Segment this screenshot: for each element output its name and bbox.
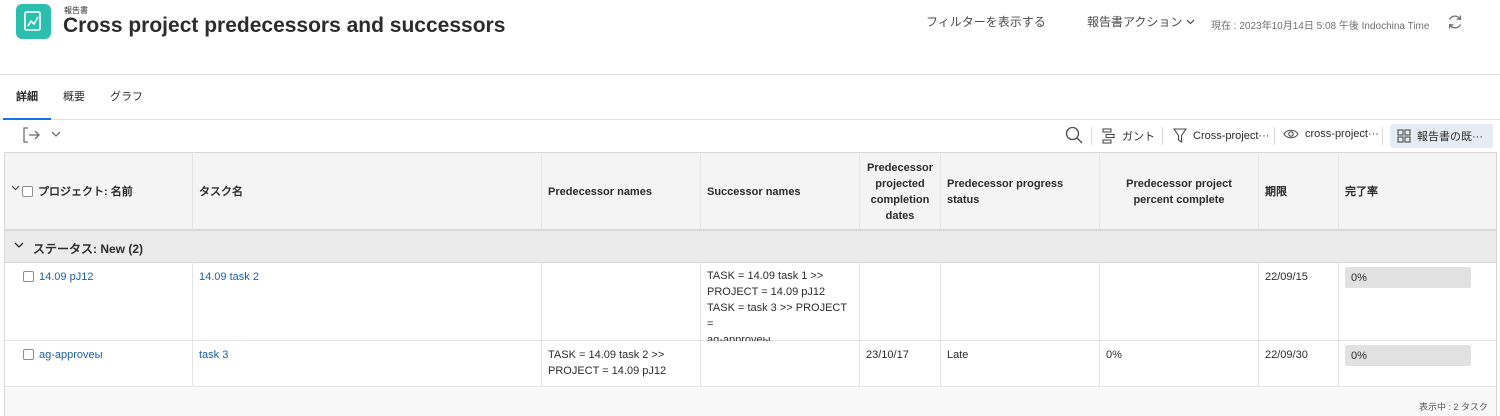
predecessor-status-cell — [941, 263, 1100, 340]
chevron-down-icon — [1186, 19, 1195, 24]
column-label: プロジェクト: 名前 — [38, 185, 133, 198]
grouping-label: 報告書の既··· — [1417, 131, 1483, 143]
column-label: Predecessor project percent complete — [1126, 177, 1232, 206]
report-header: 報告書 Cross project predecessors and succe… — [0, 0, 1500, 75]
task-link[interactable]: 14.09 task 2 — [199, 271, 259, 283]
gantt-icon — [1102, 128, 1115, 144]
tab-details[interactable]: 詳細 — [3, 88, 51, 120]
progress-bar: 0% — [1345, 345, 1471, 366]
table-footer: 表示中 : 2 タスク — [5, 388, 1496, 416]
successor-line: TASK = task 3 >> PROJECT = — [707, 302, 847, 330]
column-label: タスク名 — [199, 185, 243, 198]
eye-icon — [1283, 129, 1299, 139]
column-label: Predecessor names — [548, 185, 652, 198]
report-icon — [16, 4, 51, 39]
due-date-cell: 22/09/15 — [1259, 263, 1339, 340]
table-toolbar: ガント Cross-project··· cross-project··· 報告… — [0, 120, 1500, 152]
column-header-successor-names[interactable]: Successor names — [701, 153, 860, 230]
grid-icon — [1397, 129, 1411, 143]
view-button[interactable]: cross-project··· — [1283, 128, 1379, 140]
column-label: Successor names — [707, 185, 801, 198]
filter-icon — [1173, 128, 1187, 143]
predecessor-names-cell — [542, 263, 701, 340]
page-title: Cross project predecessors and successor… — [63, 14, 506, 37]
grouping-button[interactable]: 報告書の既··· — [1397, 128, 1483, 144]
chevron-down-icon[interactable] — [51, 131, 61, 138]
percent-complete-cell: 0% — [1339, 263, 1496, 340]
report-actions-label: 報告書アクション — [1087, 15, 1183, 29]
due-date-cell: 22/09/30 — [1259, 341, 1339, 386]
predecessor-names-cell: TASK = 14.09 task 2 >> PROJECT = 14.09 p… — [542, 341, 701, 386]
predecessor-status-cell: Late — [941, 341, 1100, 386]
row-checkbox[interactable] — [23, 349, 34, 360]
column-header-task[interactable]: タスク名 — [193, 153, 542, 230]
view-tabs: 詳細 概要 グラフ — [0, 75, 1500, 120]
column-label: 期限 — [1265, 185, 1287, 198]
column-header-percent-complete[interactable]: 完了率 — [1339, 153, 1496, 230]
predecessor-date-cell: 23/10/17 — [860, 341, 941, 386]
filter-button[interactable]: Cross-project··· — [1173, 128, 1269, 143]
predecessor-line: PROJECT = 14.09 pJ12 — [548, 365, 667, 377]
successor-names-cell — [701, 341, 860, 386]
show-filters-label: フィルターを表示する — [926, 15, 1046, 29]
table-row: 14.09 pJ12 14.09 task 2 TASK = 14.09 tas… — [5, 263, 1496, 346]
column-label: Predecessor projected completion dates — [866, 161, 934, 222]
column-header-predecessor-dates[interactable]: Predecessor projected completion dates — [860, 153, 941, 230]
column-header-predecessor-percent[interactable]: Predecessor project percent complete — [1100, 153, 1259, 230]
column-header-project[interactable]: プロジェクト: 名前 — [5, 153, 193, 230]
divider — [1091, 127, 1092, 145]
show-filters-button[interactable]: フィルターを表示する — [926, 13, 1046, 30]
predecessor-date-cell — [860, 263, 941, 340]
tab-summary[interactable]: 概要 — [63, 88, 85, 120]
column-label: 完了率 — [1345, 185, 1378, 198]
group-label: ステータス: New (2) — [33, 242, 144, 256]
successor-line: PROJECT = 14.09 pJ12 — [707, 286, 826, 298]
column-header-predecessor-names[interactable]: Predecessor names — [542, 153, 701, 230]
chevron-down-icon[interactable] — [14, 242, 24, 249]
gantt-button[interactable]: ガント — [1102, 128, 1155, 144]
group-row[interactable]: ステータス: New (2) — [5, 231, 1496, 263]
column-header-due[interactable]: 期限 — [1259, 153, 1339, 230]
row-checkbox[interactable] — [23, 271, 34, 282]
divider — [1274, 127, 1275, 145]
select-all-checkbox[interactable] — [22, 186, 33, 197]
predecessor-line: TASK = 14.09 task 2 >> — [548, 349, 665, 361]
report-actions-button[interactable]: 報告書アクション — [1087, 13, 1195, 30]
report-table: プロジェクト: 名前 タスク名 Predecessor names Succes… — [4, 152, 1497, 416]
refresh-icon[interactable] — [1446, 13, 1464, 31]
filter-label: Cross-project··· — [1193, 129, 1270, 142]
tab-chart[interactable]: グラフ — [110, 88, 143, 120]
row-count: 表示中 : 2 タスク — [1418, 402, 1488, 412]
predecessor-percent-cell — [1100, 263, 1259, 340]
gantt-label: ガント — [1122, 131, 1155, 143]
column-header-predecessor-status[interactable]: Predecessor progress status — [941, 153, 1100, 230]
task-cell: 14.09 task 2 — [193, 263, 542, 340]
divider — [1382, 127, 1383, 145]
view-label: cross-project··· — [1305, 128, 1379, 140]
column-label: Predecessor progress status — [947, 177, 1064, 206]
task-link[interactable]: task 3 — [199, 349, 228, 361]
export-icon[interactable] — [22, 126, 42, 144]
table-header: プロジェクト: 名前 タスク名 Predecessor names Succes… — [5, 152, 1496, 231]
progress-bar: 0% — [1345, 267, 1471, 288]
project-link[interactable]: 14.09 pJ12 — [39, 271, 93, 283]
predecessor-percent-cell: 0% — [1100, 341, 1259, 386]
table-row: ag-approveы task 3 TASK = 14.09 task 2 >… — [5, 341, 1496, 387]
percent-complete-cell: 0% — [1339, 341, 1496, 386]
current-time: 現在 : 2023年10月14日 5:08 午後 Indochina Time — [1211, 21, 1430, 32]
search-icon[interactable] — [1065, 126, 1083, 144]
project-cell: ag-approveы — [5, 341, 193, 386]
chevron-down-icon[interactable] — [11, 185, 20, 191]
project-cell: 14.09 pJ12 — [5, 263, 193, 340]
task-cell: task 3 — [193, 341, 542, 386]
successor-line: TASK = 14.09 task 1 >> — [707, 270, 824, 282]
project-link[interactable]: ag-approveы — [39, 349, 103, 361]
divider — [1162, 127, 1163, 145]
successor-names-cell: TASK = 14.09 task 1 >> PROJECT = 14.09 p… — [701, 263, 860, 346]
